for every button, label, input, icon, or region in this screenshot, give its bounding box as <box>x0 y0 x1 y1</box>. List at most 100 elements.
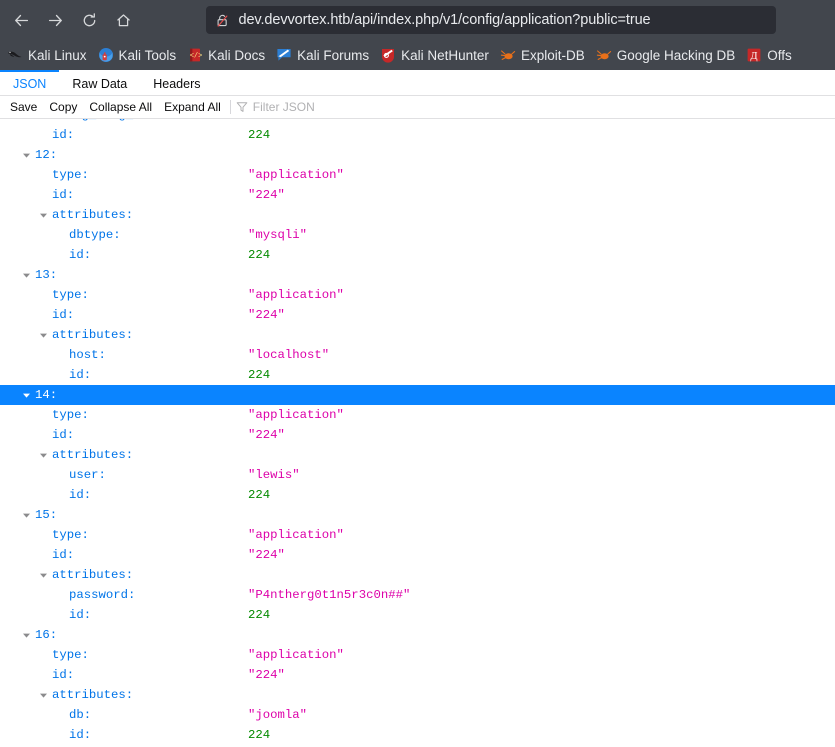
chevron-down-icon[interactable] <box>39 451 48 460</box>
reload-icon <box>81 12 98 29</box>
json-tree-node[interactable]: 12: <box>0 145 835 165</box>
chevron-down-icon[interactable] <box>39 331 48 340</box>
json-value: "224" <box>248 548 285 562</box>
kali-tools-icon <box>98 47 114 63</box>
json-tree-node[interactable]: attributes: <box>0 685 835 705</box>
save-button[interactable]: Save <box>4 98 43 116</box>
json-tree-node[interactable]: 13: <box>0 265 835 285</box>
tab-label: JSON <box>13 76 47 91</box>
filter-json-input[interactable] <box>252 100 453 114</box>
json-key: host: <box>69 348 106 362</box>
json-tree-leaf[interactable]: host: "localhost" <box>0 345 835 365</box>
json-tree-node[interactable]: 16: <box>0 625 835 645</box>
viewer-tabs: JSON Raw Data Headers <box>0 70 835 96</box>
bookmark-kali-forums[interactable]: Kali Forums <box>271 45 375 65</box>
tab-raw-data[interactable]: Raw Data <box>59 70 140 95</box>
json-tree-leaf[interactable]: id: 224 <box>0 485 835 505</box>
exploit-db-icon <box>500 47 516 63</box>
bookmark-kali-nethunter[interactable]: Kali NetHunter <box>375 45 495 65</box>
collapse-all-button[interactable]: Collapse All <box>83 98 158 116</box>
json-tree-leaf[interactable]: type: "application" <box>0 285 835 305</box>
json-tree-node[interactable]: attributes: <box>0 325 835 345</box>
json-value: "application" <box>248 528 344 542</box>
expand-all-button[interactable]: Expand All <box>158 98 227 116</box>
json-key: attributes: <box>52 448 134 462</box>
json-tree-leaf[interactable]: db: "joomla" <box>0 705 835 725</box>
json-tree-leaf[interactable]: id: 224 <box>0 605 835 625</box>
json-tree-leaf[interactable]: id: 224 <box>0 365 835 385</box>
json-key: id: <box>69 368 92 382</box>
chevron-down-icon[interactable] <box>22 391 31 400</box>
json-tree-leaf[interactable]: dbtype: "mysqli" <box>0 225 835 245</box>
json-tree-leaf[interactable]: id: "224" <box>0 425 835 445</box>
chevron-down-icon[interactable] <box>22 271 31 280</box>
json-tree-leaf[interactable]: id: "224" <box>0 545 835 565</box>
address-bar[interactable]: dev.devvortex.htb/api/index.php/v1/confi… <box>205 6 776 34</box>
json-tree-leaf[interactable]: type: "application" <box>0 645 835 665</box>
chevron-down-icon[interactable] <box>22 511 31 520</box>
json-key: id: <box>52 308 75 322</box>
tab-json[interactable]: JSON <box>0 70 60 95</box>
json-key: id: <box>52 548 75 562</box>
json-tree-leaf[interactable]: type: "application" <box>0 165 835 185</box>
json-value: "lewis" <box>248 468 300 482</box>
kali-dragon-icon <box>7 47 23 63</box>
json-tree-leaf[interactable]: password: "P4ntherg0t1n5r3c0n##" <box>0 585 835 605</box>
json-value: "application" <box>248 408 344 422</box>
copy-button[interactable]: Copy <box>43 98 83 116</box>
chevron-down-icon[interactable] <box>22 151 31 160</box>
funnel-icon <box>236 101 248 113</box>
json-tree-leaf[interactable]: id: "224" <box>0 185 835 205</box>
bookmark-kali-linux[interactable]: Kali Linux <box>2 45 93 65</box>
json-tree-leaf[interactable]: id: 224 <box>0 125 835 145</box>
kali-docs-book-icon: </> <box>187 47 203 63</box>
chevron-down-icon[interactable] <box>22 631 31 640</box>
forward-button[interactable] <box>38 5 72 35</box>
json-value: "localhost" <box>248 348 330 362</box>
filter-json-box[interactable] <box>236 100 831 114</box>
reload-button[interactable] <box>72 5 106 35</box>
bookmark-kali-tools[interactable]: Kali Tools <box>93 45 183 65</box>
chevron-down-icon[interactable] <box>39 571 48 580</box>
json-tree-leaf[interactable]: type: "application" <box>0 525 835 545</box>
json-tree-node[interactable]: 14: <box>0 385 835 405</box>
tab-label: Headers <box>153 76 201 91</box>
bookmark-google-hacking-db[interactable]: Google Hacking DB <box>591 45 742 65</box>
json-value: "P4ntherg0t1n5r3c0n##" <box>248 588 411 602</box>
json-value: 224 <box>248 128 271 142</box>
json-tree-leaf[interactable]: id: "224" <box>0 305 835 325</box>
json-tree[interactable]: debug_lang_const:trueid:22412:type:"appl… <box>0 119 835 747</box>
chevron-down-icon[interactable] <box>39 211 48 220</box>
json-key: db: <box>69 708 92 722</box>
json-tree-leaf[interactable]: user: "lewis" <box>0 465 835 485</box>
json-tree-leaf[interactable]: type: "application" <box>0 405 835 425</box>
json-tree-node[interactable]: attributes: <box>0 445 835 465</box>
bookmark-offsec[interactable]: Д Offs <box>741 45 798 65</box>
json-tree-leaf[interactable]: id: 224 <box>0 245 835 265</box>
json-tree-leaf[interactable]: id: 224 <box>0 725 835 745</box>
tab-headers[interactable]: Headers <box>140 70 213 95</box>
json-tree-leaf[interactable]: id: "224" <box>0 665 835 685</box>
bookmarks-bar: Kali Linux Kali Tools </> Kali Docs Kali… <box>0 40 835 70</box>
browser-chrome: dev.devvortex.htb/api/index.php/v1/confi… <box>0 0 835 70</box>
bookmark-kali-docs[interactable]: </> Kali Docs <box>182 45 271 65</box>
json-value: "joomla" <box>248 708 308 722</box>
bookmark-label: Kali Tools <box>118 47 177 63</box>
home-icon <box>115 12 132 29</box>
json-tree-node[interactable]: attributes: <box>0 565 835 585</box>
back-button[interactable] <box>4 5 38 35</box>
json-tree-node[interactable]: 15: <box>0 505 835 525</box>
json-key: id: <box>69 488 92 502</box>
json-viewer-panel: JSON Raw Data Headers Save Copy Collapse… <box>0 70 835 747</box>
broken-lock-icon[interactable] <box>214 11 232 29</box>
google-hacking-db-icon <box>596 47 612 63</box>
json-key: id: <box>69 248 92 262</box>
svg-text:</>: </> <box>190 52 203 60</box>
json-value: "224" <box>248 668 285 682</box>
bookmark-label: Google Hacking DB <box>616 47 736 63</box>
bookmark-exploit-db[interactable]: Exploit-DB <box>495 45 591 65</box>
home-button[interactable] <box>106 5 140 35</box>
bookmark-label: Kali Linux <box>28 47 87 63</box>
json-tree-node[interactable]: attributes: <box>0 205 835 225</box>
chevron-down-icon[interactable] <box>39 691 48 700</box>
